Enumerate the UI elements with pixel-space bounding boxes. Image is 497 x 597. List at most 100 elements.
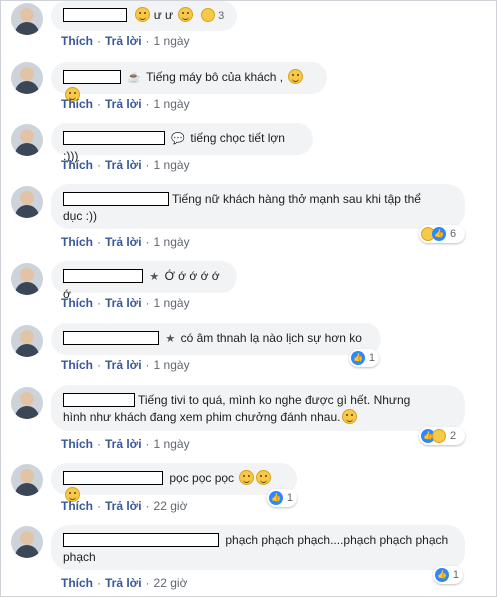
comment-actions: Thích · Trả lời · 1 ngày xyxy=(61,34,190,48)
like-reaction-icon: 👍 xyxy=(351,351,365,365)
like-link[interactable]: Thích xyxy=(61,576,93,590)
comment-time[interactable]: 1 ngày xyxy=(154,34,190,48)
comment-time[interactable]: 1 ngày xyxy=(154,296,190,310)
comment-text-line2: hình như khách đang xem phim chưởng đánh… xyxy=(63,410,341,424)
comment-thread: ư ư 3 Thích · Trả lời · 1 ngày ☕ Tiếng máy b… xyxy=(0,0,497,597)
comment-actions: Thích · Trả lời · 1 ngày xyxy=(61,97,190,111)
comment-time[interactable]: 22 giờ xyxy=(154,499,188,513)
comment-text-line2: dục :)) xyxy=(63,209,98,223)
reply-link[interactable]: Trả lời xyxy=(105,296,142,310)
reply-link[interactable]: Trả lời xyxy=(105,437,142,451)
comment-bubble: phạch phạch phạch....phạch phạch phạch p… xyxy=(51,525,465,570)
comment-actions: Thích · Trả lời · 22 giờ xyxy=(61,499,188,513)
reaction-count: 2 xyxy=(450,430,457,442)
comment-text-line1: Tiếng nữ khách hàng thở mạnh sau khi tập… xyxy=(172,192,421,206)
comment-text-line1: phạch phạch phạch....phạch phạch phạch xyxy=(225,533,449,547)
comment-time[interactable]: 1 ngày xyxy=(154,358,190,372)
comment-text: có âm thnah lạ nào lịch sự hơn ko xyxy=(180,331,362,345)
like-link[interactable]: Thích xyxy=(61,358,93,372)
reaction-count: 3 xyxy=(218,10,225,22)
comment-bubble: pọc pọc pọc xyxy=(51,463,297,502)
redacted-name[interactable] xyxy=(63,331,159,345)
smiley-emoji-icon xyxy=(135,7,151,22)
avatar[interactable] xyxy=(11,186,43,218)
redacted-name[interactable] xyxy=(63,70,121,84)
reply-link[interactable]: Trả lời xyxy=(105,34,142,48)
avatar[interactable] xyxy=(11,3,43,35)
comment-time[interactable]: 1 ngày xyxy=(154,437,190,451)
reaction-summary[interactable]: 👍 2 xyxy=(419,427,465,445)
reaction-summary[interactable]: 👍 6 xyxy=(419,225,465,243)
reply-link[interactable]: Trả lời xyxy=(105,235,142,249)
reply-link[interactable]: Trả lời xyxy=(105,358,142,372)
redacted-name[interactable] xyxy=(63,471,163,485)
comment-actions: Thích · Trả lời · 1 ngày xyxy=(61,158,190,172)
comment-actions: Thích · Trả lời · 1 ngày xyxy=(61,437,190,451)
comment-actions: Thích · Trả lời · 22 giờ xyxy=(61,576,188,590)
speech-icon: 💬 xyxy=(171,133,186,145)
comment-bubble: ★ Ớ ớ ớ ớ ớ ớ xyxy=(51,261,237,301)
avatar[interactable] xyxy=(11,263,43,295)
comment-actions: Thích · Trả lời · 1 ngày xyxy=(61,296,190,310)
comment-actions: Thích · Trả lời · 1 ngày xyxy=(61,358,190,372)
avatar[interactable] xyxy=(11,325,43,357)
redacted-name[interactable] xyxy=(63,533,219,547)
like-link[interactable]: Thích xyxy=(61,235,93,249)
comment-bubble: ư ư 3 xyxy=(51,1,237,31)
comment-bubble: ☕ Tiếng máy bô của khách , xyxy=(51,62,327,102)
comment-bubble: Tiếng nữ khách hàng thở mạnh sau khi tập… xyxy=(51,184,465,229)
avatar[interactable] xyxy=(11,464,43,496)
like-link[interactable]: Thích xyxy=(61,296,93,310)
smiley-emoji-icon xyxy=(256,470,272,485)
redacted-name[interactable] xyxy=(63,269,143,283)
star-icon: ★ xyxy=(149,271,160,283)
reaction-count: 1 xyxy=(452,569,459,581)
reaction-count: 1 xyxy=(286,492,293,504)
reply-link[interactable]: Trả lời xyxy=(105,499,142,513)
star-icon: ★ xyxy=(165,333,176,345)
redacted-name[interactable] xyxy=(63,393,135,407)
like-link[interactable]: Thích xyxy=(61,437,93,451)
comment-time[interactable]: 1 ngày xyxy=(154,97,190,111)
avatar[interactable] xyxy=(11,62,43,94)
comment-time[interactable]: 1 ngày xyxy=(154,158,190,172)
comment-text: pọc pọc pọc xyxy=(169,471,235,485)
comment-bubble: 💬 tiếng chọc tiết lợn :))) xyxy=(51,123,313,163)
comment-text-line2: phạch xyxy=(63,550,96,564)
reaction-count: 6 xyxy=(450,228,457,240)
smiley-emoji-icon xyxy=(342,409,358,424)
reaction-summary[interactable]: 👍 1 xyxy=(433,566,463,584)
like-link[interactable]: Thích xyxy=(61,34,93,48)
reaction-summary[interactable]: 👍 1 xyxy=(349,349,379,367)
avatar[interactable] xyxy=(11,124,43,156)
redacted-name[interactable] xyxy=(63,8,127,22)
reaction-summary[interactable]: 👍 1 xyxy=(267,489,297,507)
like-link[interactable]: Thích xyxy=(61,158,93,172)
comment-bubble: ★ có âm thnah lạ nào lịch sự hơn ko xyxy=(51,323,381,355)
haha-reaction-icon xyxy=(200,8,215,22)
reaction-count: 1 xyxy=(368,352,375,364)
smiley-emoji-icon xyxy=(239,470,255,485)
like-reaction-icon: 👍 xyxy=(435,568,449,582)
comment-time[interactable]: 22 giờ xyxy=(154,576,188,590)
avatar[interactable] xyxy=(11,526,43,558)
comment-time[interactable]: 1 ngày xyxy=(154,235,190,249)
haha-reaction-icon xyxy=(432,429,446,443)
smiley-emoji-icon xyxy=(288,69,304,84)
comment-text: Tiếng máy bô của khách , xyxy=(146,70,284,84)
redacted-name[interactable] xyxy=(63,131,165,145)
reply-link[interactable]: Trả lời xyxy=(105,158,142,172)
like-reaction-icon: 👍 xyxy=(269,491,283,505)
reply-link[interactable]: Trả lời xyxy=(105,97,142,111)
comment-text-line1: Tiếng tivi to quá, mình ko nghe được gì … xyxy=(138,393,411,407)
comment-bubble: Tiếng tivi to quá, mình ko nghe được gì … xyxy=(51,385,465,431)
smiley-emoji-icon xyxy=(178,7,194,22)
like-reaction-icon: 👍 xyxy=(432,227,446,241)
coffee-icon: ☕ xyxy=(127,72,142,84)
avatar[interactable] xyxy=(11,387,43,419)
like-link[interactable]: Thích xyxy=(61,97,93,111)
comment-actions: Thích · Trả lời · 1 ngày xyxy=(61,235,190,249)
reply-link[interactable]: Trả lời xyxy=(105,576,142,590)
redacted-name[interactable] xyxy=(63,192,169,206)
like-link[interactable]: Thích xyxy=(61,499,93,513)
